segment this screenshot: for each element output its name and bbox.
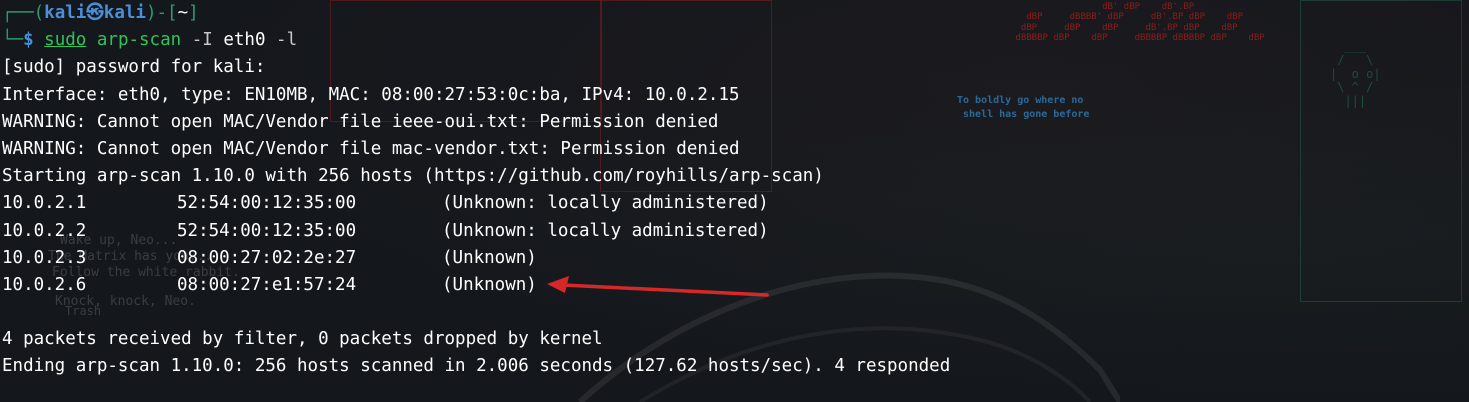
prompt-user-host: kali㉿kali (44, 3, 146, 23)
scan-end-line: Ending arp-scan 1.10.0: 256 hosts scanne… (2, 356, 951, 377)
command-flag-localnet: -l (276, 30, 298, 51)
host-vendor: (Unknown) (442, 247, 537, 268)
scan-start-line: Starting arp-scan 1.10.0 with 256 hosts … (2, 166, 824, 187)
host-vendor: (Unknown) (442, 274, 537, 295)
prompt-close: ] (188, 3, 199, 23)
annotation-arrow-icon (547, 276, 769, 297)
terminal-window[interactable]: dB' dBP dB'.BP dBP dBBBB' dBP dB'.BP dBP… (0, 0, 1469, 402)
host-vendor: (Unknown: locally administered) (442, 193, 769, 214)
prompt-frame-top: ┌──( (2, 3, 45, 23)
prompt-frame-bottom: └─ (2, 30, 24, 51)
command-sudo: sudo (44, 30, 87, 51)
command-interface-arg: eth0 (223, 30, 266, 51)
packets-summary-line: 4 packets received by filter, 0 packets … (2, 329, 603, 350)
host-mac: 08:00:27:e1:57:24 (177, 274, 357, 295)
prompt-dollar: $ (23, 30, 34, 51)
prompt-header: ┌──(kali㉿kali)-[~] (2, 0, 1462, 27)
host-ip: 10.0.2.1 (2, 193, 87, 214)
host-row: 10.0.2.1 52:54:00:12:35:00 (Unknown: local… (2, 190, 1462, 217)
terminal-output: ┌──(kali㉿kali)-[~] └─$ sudo arp-scan -I … (2, 0, 1462, 381)
command-arp-scan: arp-scan (96, 30, 182, 51)
prompt-command-line: └─$ sudo arp-scan -I eth0 -l (2, 27, 1462, 54)
prompt-separator: )-[ (145, 3, 178, 23)
host-mac: 08:00:27:02:2e:27 (177, 247, 357, 268)
command-flag-interface: -I (191, 30, 213, 51)
host-ip: 10.0.2.2 (2, 220, 87, 241)
warning-line-oui: WARNING: Cannot open MAC/Vendor file iee… (2, 111, 719, 132)
host-row: 10.0.2.2 52:54:00:12:35:00 (Unknown: local… (2, 218, 1462, 245)
sudo-password-prompt: [sudo] password for kali: (2, 57, 266, 78)
host-ip: 10.0.2.3 (2, 247, 87, 268)
warning-line-vendor: WARNING: Cannot open MAC/Vendor file mac… (2, 138, 740, 159)
host-mac: 52:54:00:12:35:00 (177, 193, 357, 214)
interface-info-line: Interface: eth0, type: EN10MB, MAC: 08:0… (2, 84, 740, 105)
host-row: 10.0.2.3 08:00:27:02:2e:27 (Unknown) (2, 245, 1462, 272)
prompt-directory: ~ (177, 3, 189, 23)
host-ip: 10.0.2.6 (2, 274, 87, 295)
host-mac: 52:54:00:12:35:00 (177, 220, 357, 241)
host-vendor: (Unknown: locally administered) (442, 220, 769, 241)
